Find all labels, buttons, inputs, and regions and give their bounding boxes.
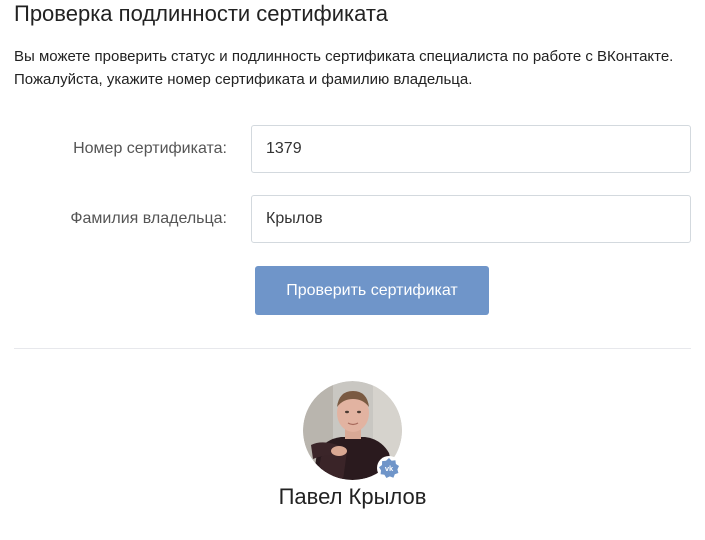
owner-surname-input[interactable] [251,195,691,243]
page-title: Проверка подлинности сертификата [14,1,388,26]
owner-avatar-container: vk [303,381,402,480]
owner-surname-label: Фамилия владельца: [70,210,227,227]
certificate-number-label: Номер сертификата: [73,140,227,157]
divider [14,348,691,349]
check-certificate-button[interactable]: Проверить сертификат [255,266,489,315]
certificate-number-input[interactable] [251,125,691,173]
owner-name: Павел Крылов [278,484,427,509]
vk-verified-badge-icon: vk [377,456,401,480]
intro-text: Вы можете проверить статус и подлинность… [14,48,674,88]
certificate-number-row: Номер сертификата: [0,125,705,173]
svg-text:vk: vk [385,464,394,473]
owner-surname-row: Фамилия владельца: [0,195,705,243]
